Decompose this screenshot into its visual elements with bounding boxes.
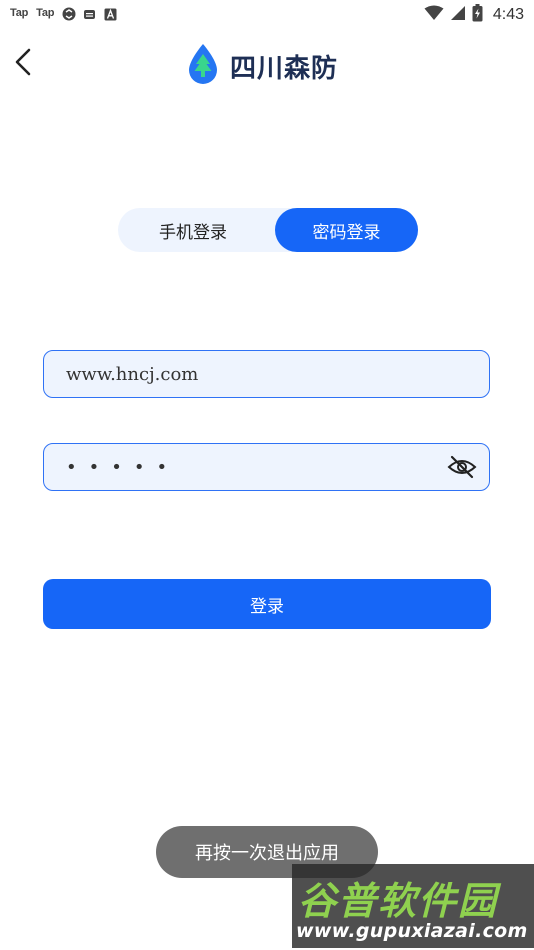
watermark-title: 谷普软件园 [298, 879, 499, 923]
signal-icon [450, 5, 466, 25]
battery-icon [472, 4, 483, 26]
brand: 四川森防 [186, 42, 338, 90]
username-field [43, 350, 490, 398]
status-right: 4:43 [424, 4, 524, 26]
tree-drop-logo-icon [186, 42, 220, 90]
message-icon [83, 6, 96, 19]
status-left: Tap Tap [10, 6, 117, 21]
taptap-icon: Tap [36, 6, 55, 19]
chevron-left-icon [15, 48, 31, 76]
status-time: 4:43 [492, 6, 524, 23]
taptap-icon: Tap [10, 6, 29, 19]
wifi-icon [424, 5, 444, 25]
header: 四川森防 [0, 36, 534, 88]
password-visibility-toggle[interactable] [447, 454, 477, 480]
back-button[interactable] [8, 46, 38, 78]
password-field[interactable]: ••••• [43, 443, 490, 491]
tab-phone-login[interactable]: 手机登录 [118, 208, 268, 252]
watermark-url: www.gupuxiazai.com [296, 920, 528, 942]
status-bar: Tap Tap 4:43 [0, 0, 534, 28]
username-input[interactable] [66, 351, 446, 397]
app-title: 四川森防 [230, 53, 339, 84]
login-method-tabs: 手机登录 密码登录 [118, 208, 418, 252]
eye-off-icon [447, 455, 477, 479]
login-button[interactable]: 登录 [43, 579, 491, 629]
sync-icon [62, 6, 76, 21]
font-icon [104, 6, 117, 21]
tab-password-login[interactable]: 密码登录 [275, 208, 418, 252]
password-input[interactable]: ••••• [66, 444, 179, 490]
watermark: 谷普软件园 www.gupuxiazai.com [292, 864, 534, 948]
